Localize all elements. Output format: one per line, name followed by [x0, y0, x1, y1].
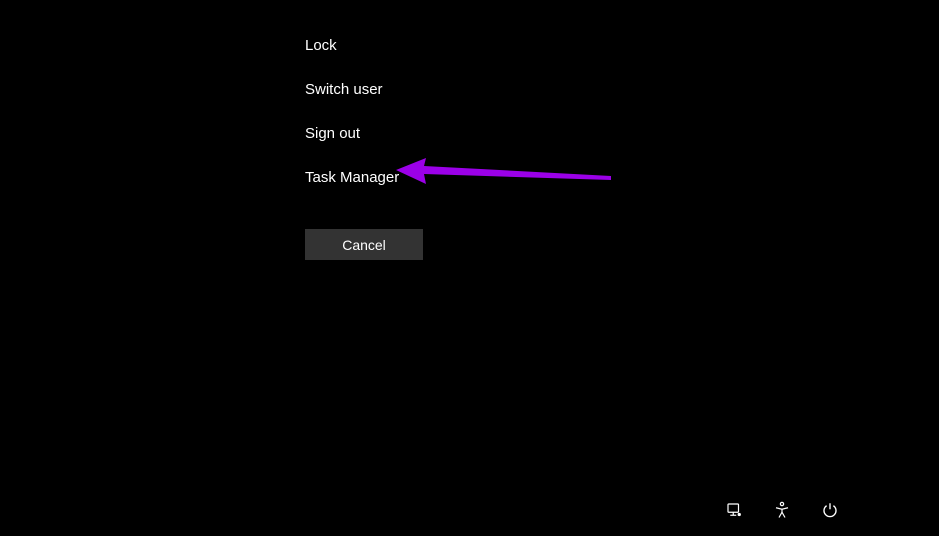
power-icon[interactable] — [820, 500, 840, 520]
lock-option[interactable]: Lock — [305, 24, 399, 68]
security-options-menu: Lock Switch user Sign out Task Manager — [305, 24, 399, 200]
task-manager-option[interactable]: Task Manager — [305, 156, 399, 200]
accessibility-icon[interactable] — [772, 500, 792, 520]
switch-user-option[interactable]: Switch user — [305, 68, 399, 112]
sign-out-option[interactable]: Sign out — [305, 112, 399, 156]
bottom-icon-bar — [724, 500, 840, 520]
network-icon[interactable] — [724, 500, 744, 520]
cancel-button[interactable]: Cancel — [305, 229, 423, 260]
annotation-arrow — [396, 156, 616, 191]
